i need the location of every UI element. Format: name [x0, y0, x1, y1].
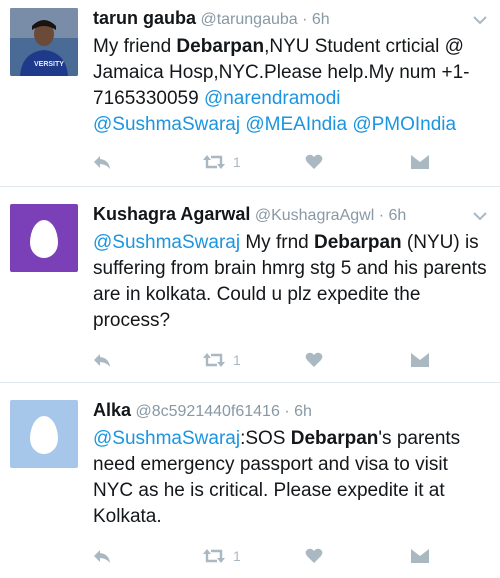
tweet-time[interactable]: 6h	[294, 403, 312, 420]
reply-icon	[94, 156, 110, 169]
author-name[interactable]: Alka	[93, 400, 131, 420]
tweet-header: tarun gauba @tarungauba · 6h	[93, 8, 490, 34]
reply-icon	[94, 354, 110, 367]
mention-link[interactable]: @PMOIndia	[352, 114, 456, 135]
tweet[interactable]: Kushagra Agarwal @KushagraAgwl · 6h @Sus…	[0, 186, 500, 382]
heart-icon	[305, 154, 323, 169]
envelope-icon	[411, 353, 429, 367]
avatar[interactable]	[10, 204, 78, 272]
retweet-icon	[203, 353, 225, 367]
retweet-icon	[203, 549, 225, 563]
tweet-header: Alka @8c5921440f61416 · 6h	[93, 400, 490, 426]
mention-link[interactable]: @SushmaSwaraj	[93, 232, 240, 253]
tweet-time[interactable]: 6h	[389, 207, 407, 224]
tweet-text-run: :SOS	[240, 428, 291, 449]
separator-dot: ·	[284, 403, 290, 420]
direct-message-button[interactable]	[411, 348, 429, 372]
separator-dot: ·	[378, 207, 385, 224]
retweet-count: 1	[233, 548, 241, 564]
tweet[interactable]: VERSITY tarun gauba @tarungauba · 6h My …	[0, 0, 500, 186]
direct-message-button[interactable]	[411, 150, 429, 174]
author-handle[interactable]: @tarungauba	[200, 11, 297, 28]
tweet-text: @SushmaSwaraj My frnd Debarpan (NYU) is …	[93, 230, 490, 334]
envelope-icon	[411, 155, 429, 169]
retweet-icon	[203, 155, 225, 169]
chevron-down-icon[interactable]	[472, 14, 488, 26]
avatar[interactable]	[10, 400, 78, 468]
retweet-count: 1	[233, 352, 241, 368]
direct-message-button[interactable]	[411, 544, 429, 568]
mention-link[interactable]: @SushmaSwaraj	[93, 428, 240, 449]
avatar[interactable]: VERSITY	[10, 8, 78, 76]
highlighted-keyword: Debarpan	[290, 428, 379, 449]
mention-link[interactable]: @narendramodi	[204, 88, 341, 109]
tweet[interactable]: Alka @8c5921440f61416 · 6h @SushmaSwaraj…	[0, 382, 500, 578]
tweet-text-run: My friend	[93, 36, 177, 57]
highlighted-keyword: Debarpan	[176, 36, 265, 57]
like-button[interactable]	[305, 348, 323, 372]
retweet-button[interactable]: 1	[203, 544, 241, 568]
tweet-text: My friend Debarpan,NYU Student crticial …	[93, 34, 490, 138]
separator-dot: ·	[302, 11, 308, 28]
retweet-count: 1	[233, 154, 241, 170]
author-name[interactable]: tarun gauba	[93, 8, 196, 28]
author-handle[interactable]: @KushagraAgwl	[255, 207, 374, 224]
egg-avatar-icon	[30, 416, 58, 455]
tweet-text: @SushmaSwaraj:SOS Debarpan's parents nee…	[93, 426, 490, 530]
reply-button[interactable]	[93, 150, 111, 174]
mention-link[interactable]: @MEAIndia	[245, 114, 347, 135]
retweet-button[interactable]: 1	[203, 150, 241, 174]
heart-icon	[305, 548, 323, 563]
mention-link[interactable]: @SushmaSwaraj	[93, 114, 240, 135]
heart-icon	[305, 352, 323, 367]
highlighted-keyword: Debarpan	[313, 232, 402, 253]
avatar-photo-icon: VERSITY	[10, 8, 78, 76]
retweet-button[interactable]: 1	[203, 348, 241, 372]
reply-button[interactable]	[93, 544, 111, 568]
chevron-down-icon[interactable]	[472, 210, 488, 222]
tweet-header: Kushagra Agarwal @KushagraAgwl · 6h	[93, 204, 490, 230]
egg-avatar-icon	[30, 220, 58, 259]
author-name[interactable]: Kushagra Agarwal	[93, 204, 250, 224]
tweet-time[interactable]: 6h	[312, 11, 330, 28]
author-handle[interactable]: @8c5921440f61416	[135, 403, 279, 420]
like-button[interactable]	[305, 150, 323, 174]
tweet-text-run: My frnd	[240, 232, 314, 253]
tweet-feed: VERSITY tarun gauba @tarungauba · 6h My …	[0, 0, 500, 578]
envelope-icon	[411, 549, 429, 563]
reply-icon	[94, 550, 110, 563]
like-button[interactable]	[305, 544, 323, 568]
reply-button[interactable]	[93, 348, 111, 372]
svg-text:VERSITY: VERSITY	[34, 61, 64, 68]
